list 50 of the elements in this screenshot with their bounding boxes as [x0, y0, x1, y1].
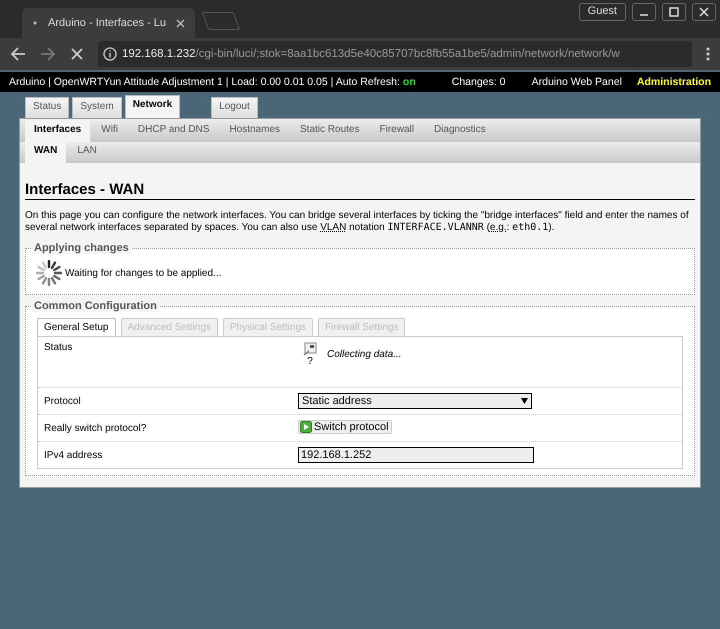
- field-label: Protocol: [44, 396, 82, 406]
- submenu-tab[interactable]: Firewall: [370, 120, 423, 142]
- submenu-tab[interactable]: Wifi: [92, 120, 127, 142]
- submenu-tab[interactable]: Interfaces: [25, 120, 90, 142]
- section-legend: Common Configuration: [32, 300, 159, 312]
- section-legend: Applying changes: [32, 242, 131, 254]
- back-icon[interactable]: [10, 46, 26, 62]
- status-message: Waiting for changes to be applied...: [65, 268, 222, 278]
- field-label: Really switch protocol?: [44, 422, 148, 434]
- close-icon[interactable]: [176, 18, 186, 28]
- spinner-icon: [36, 260, 62, 286]
- submenu-tab[interactable]: Static Routes: [291, 120, 368, 142]
- menu-tab[interactable]: Network: [124, 95, 180, 118]
- close-icon[interactable]: [692, 3, 716, 21]
- changes-count: Changes: 0: [452, 76, 506, 88]
- submenu-tab[interactable]: Diagnostics: [424, 120, 495, 142]
- field-label: Status: [44, 342, 74, 353]
- minimize-icon[interactable]: [632, 3, 656, 21]
- menu-icon[interactable]: [706, 47, 710, 61]
- loading-icon: [32, 20, 38, 26]
- browser-tab[interactable]: Arduino - Interfaces - Lu: [22, 8, 196, 38]
- maximize-icon[interactable]: [662, 3, 686, 21]
- ipv4-address-field[interactable]: 192.168.1.252: [298, 447, 534, 463]
- interface-tab[interactable]: LAN: [68, 141, 106, 163]
- menu-tab[interactable]: System: [72, 97, 122, 118]
- submenu-tab[interactable]: Hostnames: [220, 120, 290, 142]
- web-panel-link[interactable]: Arduino Web Panel: [532, 76, 622, 88]
- dropdown-icon: [521, 398, 528, 404]
- apply-icon: [300, 421, 312, 433]
- profile-button[interactable]: Guest: [578, 3, 626, 21]
- submenu-tab[interactable]: DHCP and DNS: [128, 120, 218, 142]
- forward-icon[interactable]: [40, 46, 56, 62]
- url-text: 192.168.1.232/cgi-bin/luci/;stok=8aa1bc613d5e40c85707bc8fb55a1be5/admin/network/network/w: [122, 48, 620, 60]
- network-port-icon: [303, 342, 317, 356]
- menu-tab[interactable]: Status: [25, 97, 70, 118]
- stop-icon[interactable]: [70, 47, 84, 61]
- status-value: Collecting data...: [327, 349, 402, 360]
- switch-protocol-button[interactable]: Switch protocol: [298, 420, 392, 434]
- protocol-select[interactable]: Static address: [298, 393, 532, 409]
- interface-tab[interactable]: WAN: [25, 141, 66, 163]
- settings-tab[interactable]: General Setup: [37, 318, 116, 336]
- system-info: Arduino | OpenWRTYun Attitude Adjustment 1 | Load: 0.00 0.01 0.05 | Auto Refresh:: [9, 76, 400, 88]
- address-bar[interactable]: 192.168.1.232/cgi-bin/luci/;stok=8aa1bc613d5e40c85707bc8fb55a1be5/admin/network/network/w: [98, 41, 692, 67]
- field-label: IPv4 address: [44, 450, 104, 460]
- page-title: Interfaces - WAN: [25, 181, 695, 200]
- info-icon: [103, 47, 117, 61]
- port-status: ?: [307, 356, 313, 367]
- administration-link[interactable]: Administration: [636, 76, 711, 88]
- auto-refresh-state[interactable]: on: [402, 76, 416, 88]
- menu-tab[interactable]: Logout: [211, 97, 258, 118]
